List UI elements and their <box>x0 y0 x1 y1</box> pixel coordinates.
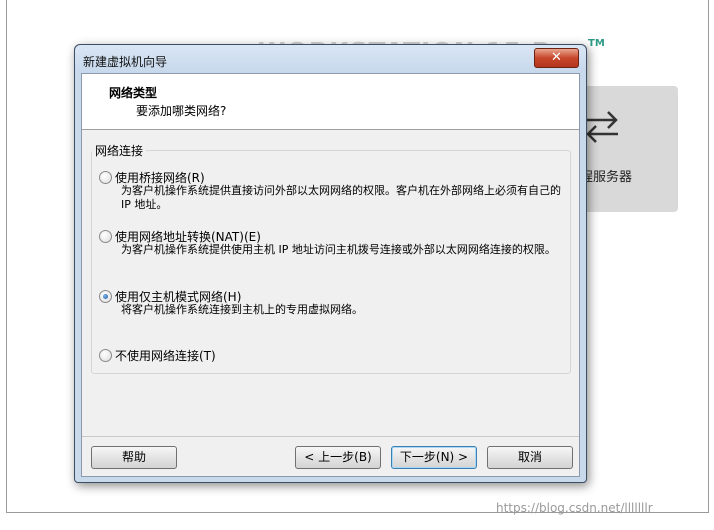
page-title: 网络类型 <box>109 86 158 100</box>
watermark-url: https://blog.csdn.net/lllllllr <box>496 501 653 515</box>
button-separator <box>82 436 579 437</box>
back-button[interactable]: < 上一步(B) <box>295 446 381 469</box>
help-button[interactable]: 帮助 <box>91 446 177 469</box>
bridged-description: 为客户机操作系统提供直接访问外部以太网网络的权限。客户机在外部网络上必须有自己的… <box>121 184 561 211</box>
no-network-radio[interactable] <box>99 349 112 362</box>
host-only-radio[interactable] <box>99 290 112 303</box>
nat-description: 为客户机操作系统提供使用主机 IP 地址访问主机拨号连接或外部以太网网络连接的权… <box>121 243 556 256</box>
nat-radio[interactable] <box>99 230 112 243</box>
frame-right-border <box>708 0 709 512</box>
dialog-titlebar[interactable]: 新建虚拟机向导 ✕ <box>75 45 586 73</box>
new-vm-wizard-dialog: 新建虚拟机向导 ✕ 网络类型 要添加哪类网络? 网络连接 使用桥接网络(R) 为… <box>74 44 587 483</box>
page-subtitle: 要添加哪类网络? <box>136 104 227 118</box>
wizard-header: 网络类型 要添加哪类网络? <box>82 74 579 130</box>
dialog-body: 网络类型 要添加哪类网络? 网络连接 使用桥接网络(R) 为客户机操作系统提供直… <box>81 73 580 477</box>
frame-left-border <box>6 0 7 512</box>
swap-arrows-icon <box>586 111 618 143</box>
bridged-radio[interactable] <box>99 171 112 184</box>
remote-server-label: 程服务器 <box>580 170 633 185</box>
host-only-description: 将客户机操作系统连接到主机上的专用虚拟网络。 <box>121 303 363 316</box>
close-button[interactable]: ✕ <box>534 48 579 68</box>
dialog-title: 新建虚拟机向导 <box>83 55 168 69</box>
no-network-label[interactable]: 不使用网络连接(T) <box>115 347 216 364</box>
next-button[interactable]: 下一步(N) > <box>391 446 477 469</box>
cancel-button[interactable]: 取消 <box>487 446 573 469</box>
trademark-mark: TM <box>588 38 605 49</box>
group-label: 网络连接 <box>92 142 147 159</box>
